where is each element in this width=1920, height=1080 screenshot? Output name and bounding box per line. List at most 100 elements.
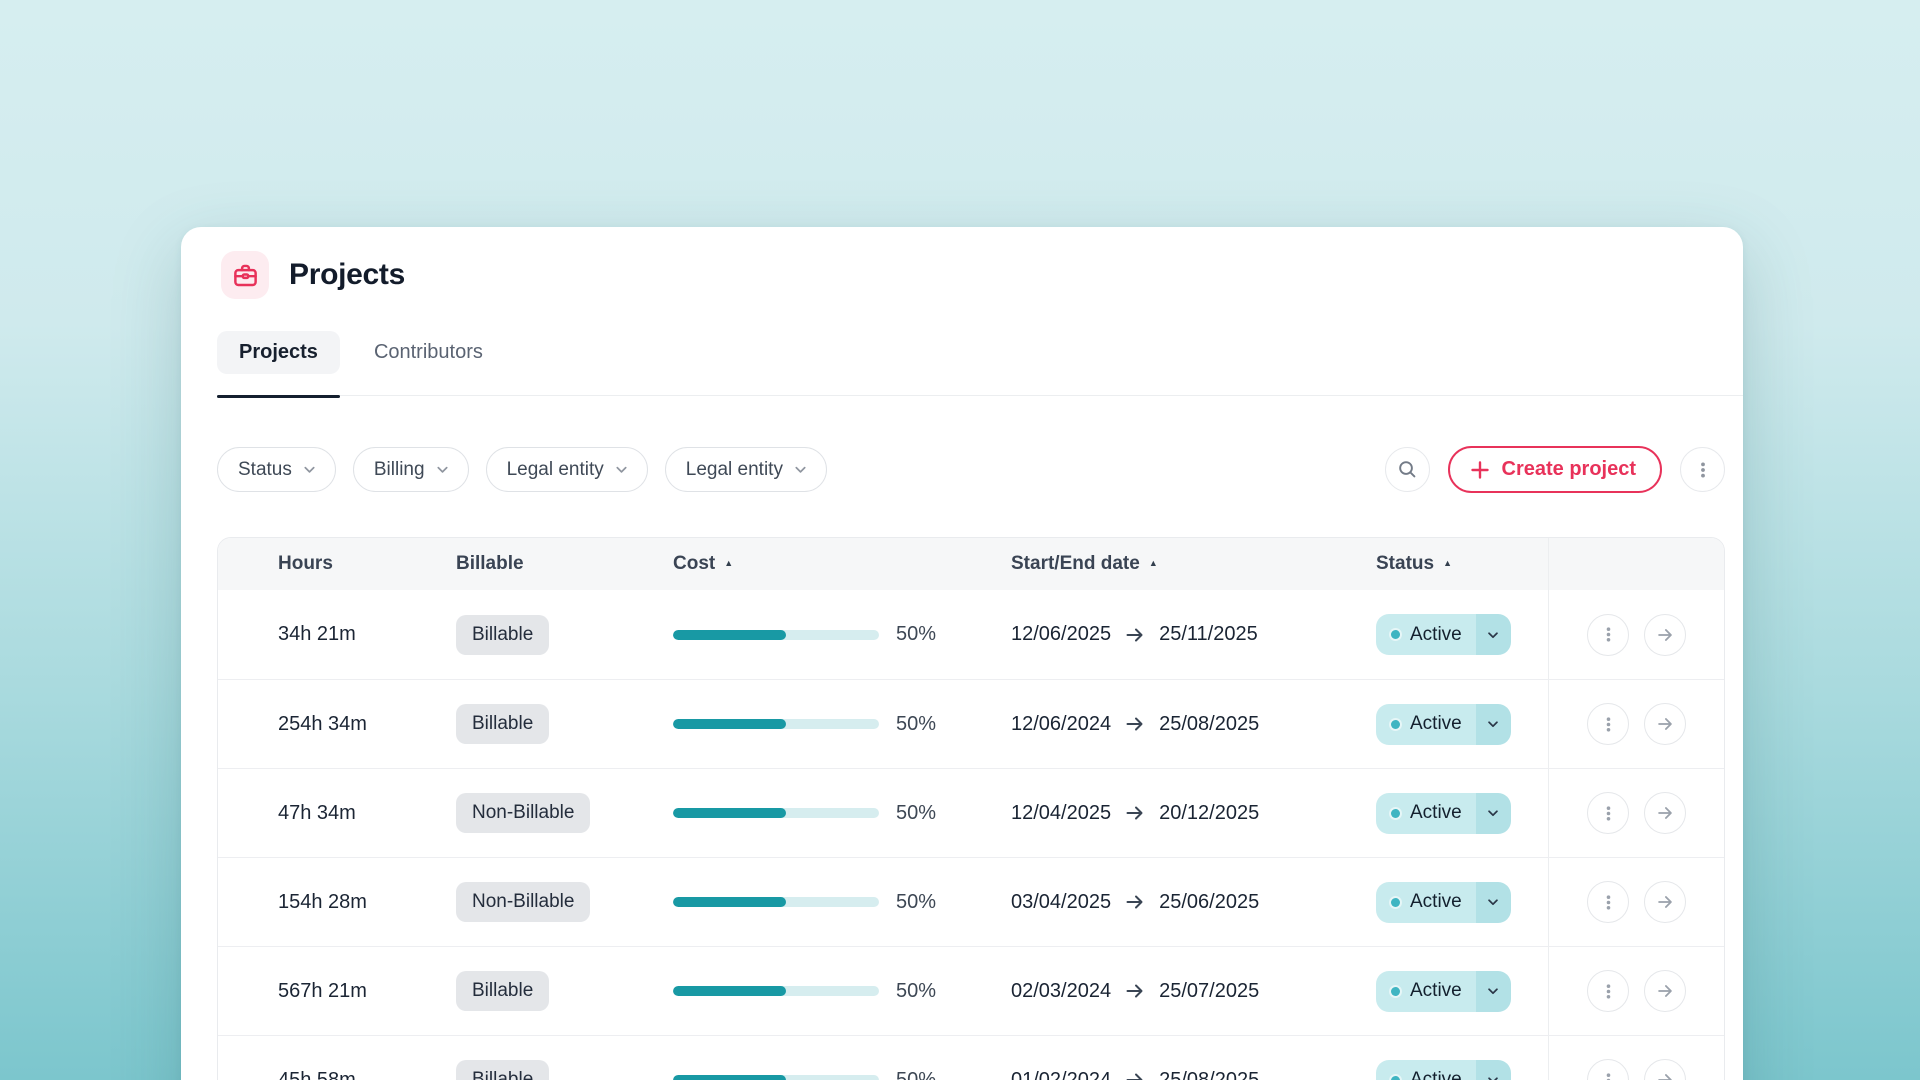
status-label: Active <box>1410 891 1462 913</box>
dates-cell: 01/02/2024 25/08/2025 <box>1011 1036 1376 1080</box>
projects-table: Hours Billable Cost ▲ Start/End date ▲ S… <box>217 537 1725 1080</box>
progress-fill <box>673 630 786 640</box>
progress-fill <box>673 897 786 907</box>
arrow-right-icon <box>1124 891 1146 913</box>
start-date: 12/04/2025 <box>1011 802 1111 825</box>
status-cell: Active <box>1376 769 1548 857</box>
cost-cell: 50% <box>673 858 1011 946</box>
status-dropdown[interactable]: Active <box>1376 614 1511 655</box>
progress-bar <box>673 808 879 818</box>
search-button[interactable] <box>1385 447 1430 492</box>
card-header: Projects <box>221 251 1725 299</box>
column-header-start-end-date[interactable]: Start/End date ▲ <box>1011 538 1376 590</box>
page-title: Projects <box>289 258 405 292</box>
status-cell: Active <box>1376 858 1548 946</box>
status-cell: Active <box>1376 590 1548 679</box>
chevron-down-icon[interactable] <box>1476 1060 1511 1080</box>
row-open-button[interactable] <box>1644 1059 1686 1080</box>
billable-badge: Billable <box>456 971 549 1011</box>
filter-legal-entity-1[interactable]: Legal entity <box>486 447 648 492</box>
hours-cell: 254h 34m <box>278 680 456 768</box>
row-menu-button[interactable] <box>1587 1059 1629 1080</box>
sort-asc-icon[interactable]: ▲ <box>724 559 733 568</box>
column-header-status[interactable]: Status ▲ <box>1376 538 1548 590</box>
filter-status[interactable]: Status <box>217 447 336 492</box>
status-dot-icon <box>1391 720 1400 729</box>
column-label: Billable <box>456 553 524 575</box>
dates-cell: 03/04/2025 25/06/2025 <box>1011 858 1376 946</box>
column-label: Hours <box>278 553 333 575</box>
kebab-icon <box>1600 805 1617 822</box>
arrow-right-icon <box>1655 803 1675 823</box>
sort-asc-icon[interactable]: ▲ <box>1149 559 1158 568</box>
table-body: 34h 21m Billable 50% 12/06/2025 25/11/20… <box>218 590 1724 1080</box>
end-date: 20/12/2025 <box>1159 802 1259 825</box>
row-menu-button[interactable] <box>1587 703 1629 745</box>
chevron-down-icon <box>435 462 450 477</box>
chevron-down-icon <box>614 462 629 477</box>
billable-cell: Billable <box>456 947 673 1035</box>
cost-cell: 50% <box>673 590 1011 679</box>
progress-bar <box>673 1075 879 1080</box>
end-date: 25/07/2025 <box>1159 980 1259 1003</box>
hours-cell: 567h 21m <box>278 947 456 1035</box>
billable-badge: Billable <box>456 615 549 655</box>
tab-label: Contributors <box>374 341 483 363</box>
progress-label: 50% <box>896 980 936 1003</box>
chevron-down-icon[interactable] <box>1476 971 1511 1012</box>
sort-asc-icon[interactable]: ▲ <box>1443 559 1452 568</box>
row-open-button[interactable] <box>1644 792 1686 834</box>
row-open-button[interactable] <box>1644 614 1686 656</box>
more-options-button[interactable] <box>1680 447 1725 492</box>
billable-cell: Non-Billable <box>456 769 673 857</box>
end-date: 25/11/2025 <box>1159 623 1258 646</box>
chevron-down-icon[interactable] <box>1476 704 1511 745</box>
briefcase-icon <box>221 251 269 299</box>
tab-projects[interactable]: Projects <box>217 331 340 374</box>
arrow-right-icon <box>1124 802 1146 824</box>
progress-label: 50% <box>896 802 936 825</box>
row-actions-cell <box>1548 947 1724 1035</box>
row-open-button[interactable] <box>1644 703 1686 745</box>
billable-badge: Billable <box>456 704 549 744</box>
filter-legal-entity-2[interactable]: Legal entity <box>665 447 827 492</box>
status-dropdown[interactable]: Active <box>1376 882 1511 923</box>
page-background: Projects Projects Contributors Status Bi… <box>0 0 1920 1080</box>
progress-label: 50% <box>896 891 936 914</box>
row-menu-button[interactable] <box>1587 970 1629 1012</box>
status-dot-icon <box>1391 809 1400 818</box>
status-dropdown[interactable]: Active <box>1376 793 1511 834</box>
hours-cell: 47h 34m <box>278 769 456 857</box>
column-header-cost[interactable]: Cost ▲ <box>673 538 1011 590</box>
progress-label: 50% <box>896 1069 936 1080</box>
status-label: Active <box>1410 624 1462 646</box>
create-project-button[interactable]: Create project <box>1448 446 1663 493</box>
row-open-button[interactable] <box>1644 970 1686 1012</box>
create-project-label: Create project <box>1502 458 1637 481</box>
start-date: 01/02/2024 <box>1011 1069 1111 1080</box>
chevron-down-icon <box>302 462 317 477</box>
start-date: 12/06/2025 <box>1011 623 1111 646</box>
status-dropdown[interactable]: Active <box>1376 971 1511 1012</box>
row-actions-cell <box>1548 590 1724 679</box>
status-label: Active <box>1410 713 1462 735</box>
row-menu-button[interactable] <box>1587 614 1629 656</box>
row-open-button[interactable] <box>1644 881 1686 923</box>
table-row: 254h 34m Billable 50% 12/06/2024 25/08/2… <box>218 679 1724 768</box>
row-menu-button[interactable] <box>1587 792 1629 834</box>
column-header-hours: Hours <box>278 538 456 590</box>
status-dropdown[interactable]: Active <box>1376 1060 1511 1080</box>
progress-bar <box>673 630 879 640</box>
row-menu-button[interactable] <box>1587 881 1629 923</box>
status-dropdown[interactable]: Active <box>1376 704 1511 745</box>
tab-contributors[interactable]: Contributors <box>352 331 505 374</box>
filter-billing[interactable]: Billing <box>353 447 469 492</box>
dates-cell: 12/06/2024 25/08/2025 <box>1011 680 1376 768</box>
billable-badge: Billable <box>456 1060 549 1080</box>
billable-cell: Non-Billable <box>456 858 673 946</box>
chevron-down-icon[interactable] <box>1476 793 1511 834</box>
chevron-down-icon[interactable] <box>1476 882 1511 923</box>
row-actions-cell <box>1548 680 1724 768</box>
status-cell: Active <box>1376 680 1548 768</box>
chevron-down-icon[interactable] <box>1476 614 1511 655</box>
